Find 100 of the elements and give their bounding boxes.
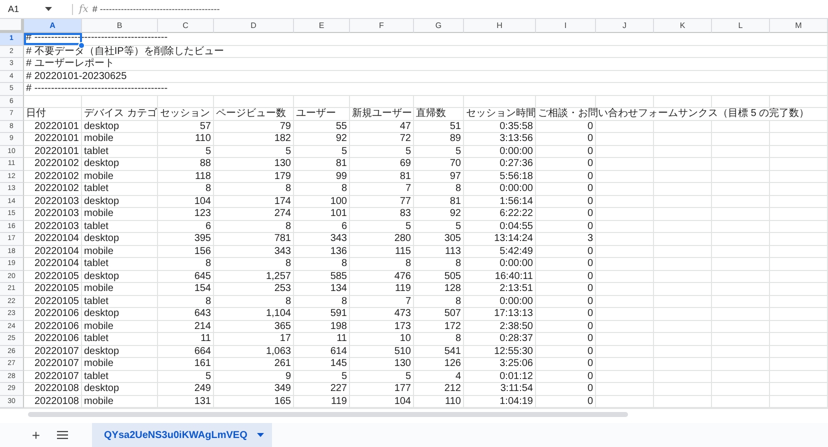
table-cell: 7 <box>405 183 411 194</box>
table-cell: 130 <box>394 358 411 370</box>
empty-cell <box>770 358 828 370</box>
table-cell: 119 <box>395 283 411 294</box>
column-header[interactable]: E <box>294 19 350 33</box>
empty-cell <box>770 270 828 283</box>
table-cell: mobile <box>84 170 114 182</box>
table-cell: 20220102 <box>34 183 79 194</box>
column-header[interactable]: B <box>82 19 158 33</box>
table-cell: 343 <box>330 233 347 244</box>
empty-cell <box>712 158 770 170</box>
caret-icon <box>257 433 264 437</box>
table-cell: 0 <box>587 120 593 132</box>
empty-cell <box>712 146 770 158</box>
empty-cell <box>712 170 770 183</box>
table-cell: 165 <box>274 396 291 407</box>
empty-cell <box>770 296 828 308</box>
table-cell: tablet <box>84 258 108 270</box>
table-cell: 8 <box>455 258 461 270</box>
column-header[interactable]: L <box>712 19 770 33</box>
table-cell: 591 <box>330 308 347 320</box>
table-cell: 6:22:22 <box>500 208 533 220</box>
column-header[interactable]: J <box>596 19 654 33</box>
table-cell: desktop <box>84 308 120 320</box>
column-header[interactable]: G <box>414 19 464 33</box>
table-cell: 145 <box>330 358 347 370</box>
table-cell: 510 <box>394 346 411 357</box>
empty-cell <box>712 370 770 383</box>
table-cell: # ユーザーレポート <box>26 58 114 70</box>
empty-cell <box>770 183 828 196</box>
table-cell: 118 <box>195 170 211 182</box>
caret-icon <box>45 7 52 11</box>
column-header[interactable]: H <box>464 19 536 33</box>
table-cell: 8 <box>455 296 461 307</box>
table-cell: 0:35:58 <box>500 120 533 132</box>
table-cell: 17:13:13 <box>494 308 533 320</box>
name-box[interactable]: A1 <box>0 4 60 14</box>
table-cell: 79 <box>280 120 291 132</box>
table-cell: 3:25:06 <box>500 358 533 370</box>
table-cell: 81 <box>400 170 411 182</box>
table-cell: 614 <box>330 346 347 357</box>
table-cell: # 20220101-20230625 <box>26 70 127 82</box>
table-cell: 0 <box>587 270 593 282</box>
table-cell: 5 <box>205 146 211 157</box>
empty-cell <box>654 183 712 196</box>
table-cell: desktop <box>84 233 120 244</box>
table-cell: 20220107 <box>34 346 79 357</box>
table-cell: 55 <box>336 120 347 132</box>
empty-cell <box>654 333 712 346</box>
table-cell: 0:01:12 <box>500 370 533 382</box>
empty-cell <box>654 208 712 220</box>
table-cell: 20220104 <box>34 258 79 270</box>
table-cell: 8 <box>455 183 461 194</box>
table-cell: 5:42:49 <box>500 246 533 257</box>
table-cell: 198 <box>330 320 347 332</box>
table-cell: 0 <box>587 358 593 370</box>
table-cell: 88 <box>200 158 211 170</box>
empty-cell <box>654 320 712 333</box>
scrollbar-thumb[interactable] <box>28 412 628 417</box>
table-cell: 172 <box>444 320 461 332</box>
table-cell: 70 <box>450 158 461 170</box>
table-cell: 1:56:14 <box>500 196 533 207</box>
fx-label: fx <box>79 4 88 14</box>
table-cell: 2:38:50 <box>500 320 533 332</box>
column-header[interactable]: K <box>654 19 712 33</box>
add-sheet-button[interactable]: + <box>26 425 46 445</box>
table-cell: 6 <box>205 220 211 232</box>
table-cell: 0 <box>587 146 593 157</box>
empty-cell <box>712 196 770 208</box>
table-cell: 0:00:00 <box>500 296 533 307</box>
fill-handle[interactable] <box>78 42 85 48</box>
table-cell: 664 <box>194 346 211 357</box>
empty-cell <box>654 220 712 233</box>
table-cell: 154 <box>194 283 211 294</box>
table-cell: 8 <box>285 183 291 194</box>
table-cell: 0 <box>587 370 593 382</box>
table-cell: 20220101 <box>34 146 79 157</box>
table-cell: 0 <box>587 320 593 332</box>
column-header[interactable]: M <box>770 19 828 33</box>
table-cell: 161 <box>194 358 211 370</box>
column-header[interactable]: D <box>214 19 294 33</box>
table-cell: 8 <box>341 258 347 270</box>
column-header[interactable]: I <box>536 19 596 33</box>
empty-cell <box>770 370 828 383</box>
table-cell: 81 <box>336 158 347 170</box>
table-cell: 0 <box>587 383 593 394</box>
empty-cell <box>712 333 770 346</box>
table-cell: tablet <box>84 296 108 307</box>
formula-field[interactable]: # ---------------------------------------- <box>92 4 220 14</box>
table-cell: 20220104 <box>34 233 79 244</box>
table-cell: 51 <box>450 120 461 132</box>
column-header[interactable]: F <box>350 19 414 33</box>
table-cell: mobile <box>84 246 114 257</box>
column-header[interactable]: C <box>158 19 214 33</box>
table-cell: mobile <box>84 358 114 370</box>
table-cell: mobile <box>84 320 114 332</box>
sheet-tab[interactable]: QYsa2UeNS3u0iKWAgLmVEQ <box>92 423 272 447</box>
column-header[interactable]: A <box>24 19 82 33</box>
table-cell: 131 <box>194 396 211 407</box>
table-cell: 直帰数 <box>416 108 446 120</box>
